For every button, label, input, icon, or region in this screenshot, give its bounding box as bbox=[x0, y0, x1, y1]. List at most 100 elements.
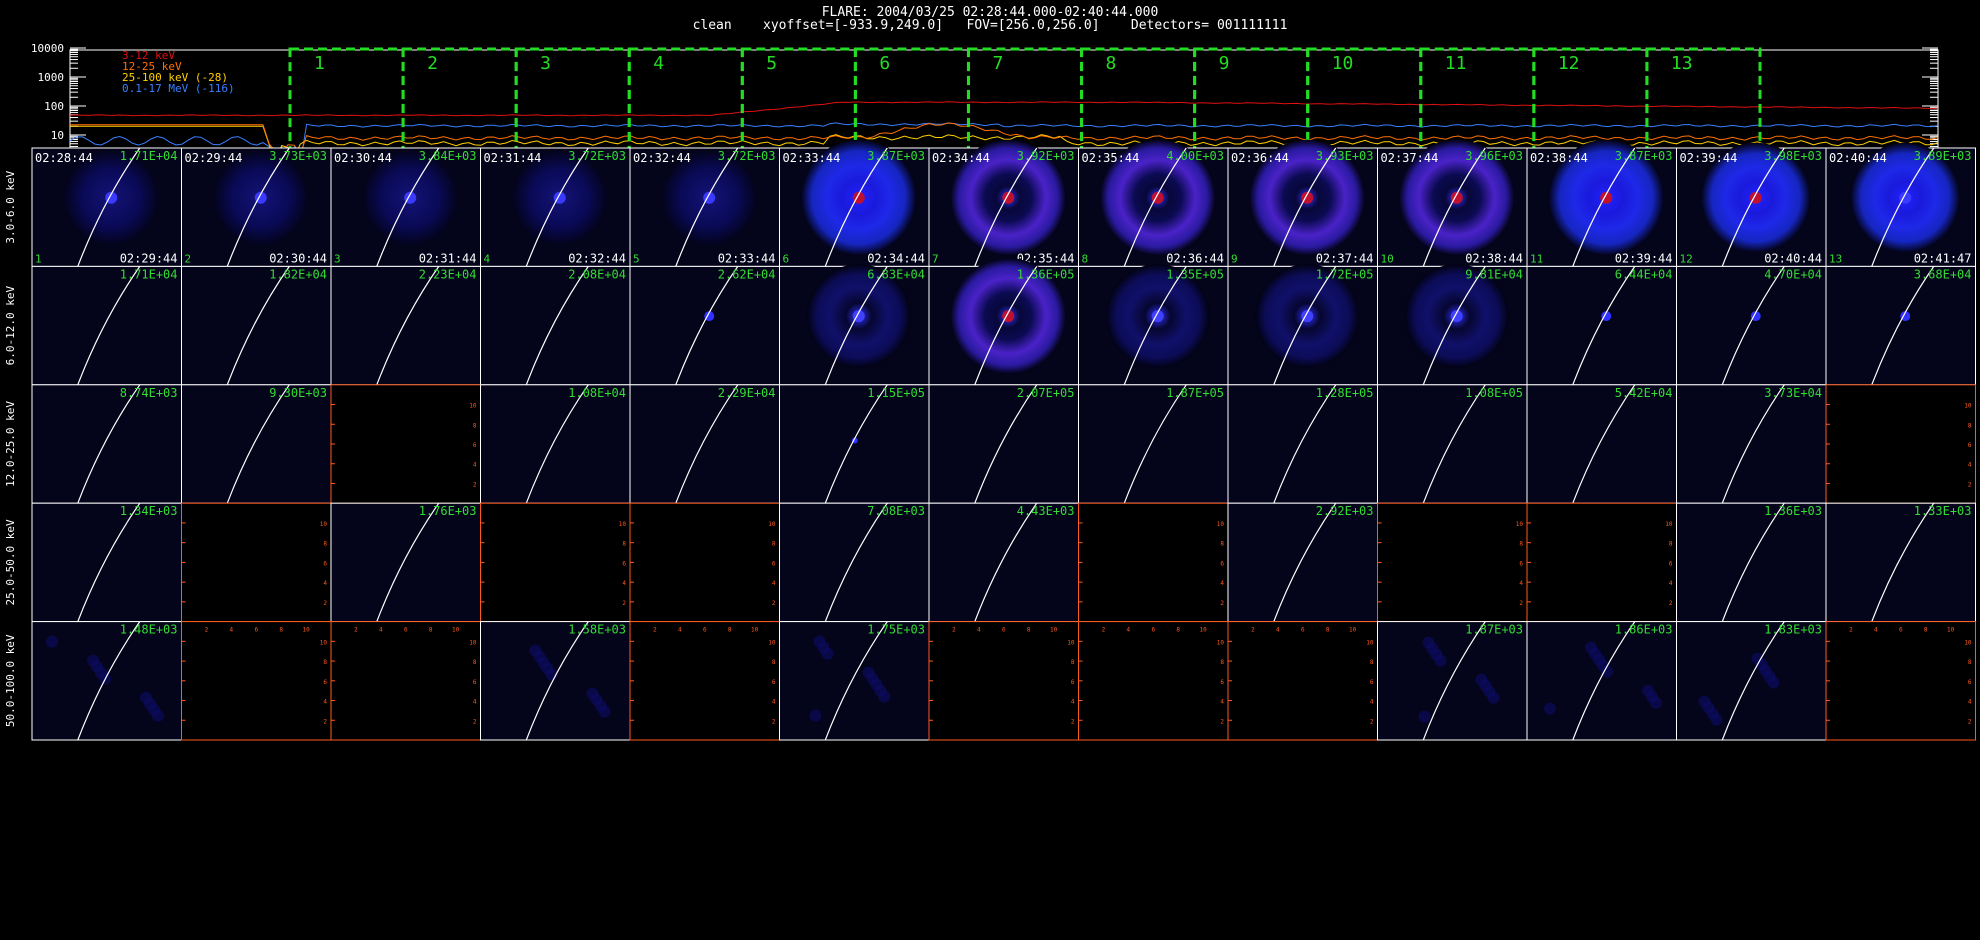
panel-interval-number: 4 bbox=[484, 252, 491, 265]
panel-frame bbox=[1825, 384, 1976, 504]
axis-tick-label: 6 bbox=[1968, 679, 1972, 686]
panel-max-label: 1.72E+05 bbox=[1316, 267, 1374, 281]
panel-frame bbox=[1526, 265, 1677, 386]
image-panel-4-11: 10 8 6 4 2 bbox=[1526, 502, 1677, 623]
axis-tick-label: 8 bbox=[1519, 541, 1523, 548]
axis-tick-label: 2 bbox=[1102, 627, 1106, 634]
axis-tick-label: 10 bbox=[1964, 403, 1972, 410]
image-panel-5-10: 1.87E+03 bbox=[1377, 621, 1528, 741]
panel-frame bbox=[629, 621, 780, 741]
image-panel-3-1: 8.74E+03 bbox=[31, 384, 182, 504]
image-panel-1-3: 3.84E+03 02:30:44 02:31:44 3 bbox=[330, 147, 481, 267]
image-panel-4-2: 10 8 6 4 2 bbox=[181, 502, 332, 623]
panel-max-label: 2.08E+04 bbox=[568, 267, 626, 281]
axis-tick-label: 4 bbox=[1968, 699, 1972, 706]
axis-tick-label: 6 bbox=[1071, 679, 1075, 686]
image-panel-1-4: 3.72E+03 02:31:44 02:32:44 4 bbox=[480, 147, 631, 267]
axis-tick-label: 8 bbox=[473, 422, 477, 429]
axis-tick-label: 2 bbox=[1220, 718, 1224, 725]
axis-tick-label: 8 bbox=[772, 541, 776, 548]
axis-tick-label: 6 bbox=[1669, 560, 1673, 567]
panel-frame bbox=[181, 265, 332, 386]
axis-tick-label: 2 bbox=[1519, 600, 1523, 607]
axis-tick-label: 4 bbox=[678, 627, 682, 634]
axis-tick-label: 4 bbox=[473, 462, 477, 469]
axis-tick-label: 6 bbox=[1220, 679, 1224, 686]
panel-max-label: 3.73E+03 bbox=[269, 149, 327, 163]
row-label-energy: 50.0-100.0 keV bbox=[4, 634, 17, 727]
axis-tick-label: 2 bbox=[1849, 627, 1853, 634]
image-panel-3-5: 2.29E+04 bbox=[629, 384, 780, 504]
axis-tick-label: 2 bbox=[473, 718, 477, 725]
panel-frame bbox=[1676, 502, 1827, 623]
noise-blob bbox=[862, 666, 875, 679]
panel-max-label: 3.73E+04 bbox=[1764, 386, 1822, 400]
panel-max-label: 1.34E+03 bbox=[120, 504, 178, 518]
image-panel-3-9: 1.28E+05 bbox=[1227, 384, 1378, 504]
panel-start-time: 02:40:44 bbox=[1829, 151, 1887, 165]
image-panel-3-2: 9.30E+03 bbox=[181, 384, 332, 504]
axis-tick-label: 2 bbox=[653, 627, 657, 634]
panel-interval-number: 12 bbox=[1680, 252, 1693, 265]
axis-tick-label: 2 bbox=[1370, 718, 1374, 725]
noise-blob bbox=[1475, 673, 1488, 686]
panel-frame bbox=[1078, 502, 1229, 623]
panel-start-time: 02:38:44 bbox=[1530, 151, 1588, 165]
panel-interval-number: 1 bbox=[35, 252, 42, 265]
image-panel-1-12: 3.98E+03 02:39:44 02:40:44 12 bbox=[1676, 142, 1827, 267]
axis-tick-label: 6 bbox=[1968, 442, 1972, 449]
image-panel-1-8: 4.00E+03 02:35:44 02:36:44 8 bbox=[1078, 139, 1229, 267]
axis-tick-label: 4 bbox=[772, 699, 776, 706]
axis-tick-label: 6 bbox=[622, 560, 626, 567]
image-panel-1-13: 3.89E+03 02:40:44 02:41:47 13 bbox=[1825, 142, 1976, 267]
panel-start-time: 02:36:44 bbox=[1231, 151, 1289, 165]
axis-tick-label: 10 bbox=[1947, 627, 1955, 634]
panel-start-time: 02:37:44 bbox=[1381, 151, 1439, 165]
panel-max-label: 1.36E+03 bbox=[1764, 504, 1822, 518]
axis-tick-label: 10 bbox=[768, 639, 776, 646]
axis-tick-label: 6 bbox=[1151, 627, 1155, 634]
image-panel-4-7: 4.43E+03 bbox=[928, 502, 1079, 623]
axis-tick-label: 4 bbox=[1276, 627, 1280, 634]
image-panel-4-9: 2.92E+03 bbox=[1227, 502, 1378, 623]
image-panel-2-9: 1.72E+05 bbox=[1227, 264, 1378, 386]
axis-tick-label: 6 bbox=[1899, 627, 1903, 634]
image-panel-5-7: 10 8 6 4 2 2 4 6 8 10 bbox=[928, 621, 1079, 741]
panel-max-label: 5.42E+04 bbox=[1615, 386, 1673, 400]
axis-tick-label: 8 bbox=[323, 541, 327, 548]
image-panel-1-9: 3.93E+03 02:36:44 02:37:44 9 bbox=[1227, 139, 1378, 267]
noise-blob bbox=[140, 691, 152, 704]
panel-end-time: 02:38:44 bbox=[1465, 251, 1523, 265]
panel-max-label: 3.87E+03 bbox=[867, 149, 925, 163]
panel-frame bbox=[928, 502, 1079, 623]
image-panel-2-8: 1.35E+05 bbox=[1078, 264, 1229, 386]
axis-tick-label: 6 bbox=[1002, 627, 1006, 634]
panel-frame bbox=[779, 621, 930, 741]
panel-frame bbox=[480, 265, 631, 386]
panel-interval-number: 9 bbox=[1231, 252, 1238, 265]
panel-end-time: 02:40:44 bbox=[1764, 251, 1822, 265]
image-panel-2-6: 6.83E+04 bbox=[779, 264, 930, 386]
panel-frame bbox=[928, 384, 1079, 504]
axis-tick-label: 10 bbox=[320, 521, 328, 528]
axis-tick-label: 10 bbox=[1665, 521, 1673, 528]
axis-tick-label: 2 bbox=[473, 481, 477, 488]
axis-tick-label: 2 bbox=[354, 627, 358, 634]
panel-max-label: 9.30E+03 bbox=[269, 386, 327, 400]
noise-blob bbox=[87, 654, 99, 667]
axis-tick-label: 2 bbox=[1669, 600, 1673, 607]
noise-blob bbox=[1642, 684, 1654, 697]
panel-frame bbox=[480, 621, 631, 741]
panel-max-label: 1.86E+03 bbox=[1615, 623, 1673, 637]
noise-blob bbox=[1585, 641, 1597, 654]
axis-tick-label: 6 bbox=[323, 679, 327, 686]
axis-tick-label: 6 bbox=[772, 560, 776, 567]
panel-max-label: 6.83E+04 bbox=[867, 267, 925, 281]
panel-max-label: 1.33E+03 bbox=[1914, 504, 1972, 518]
image-panel-3-8: 1.87E+05 bbox=[1078, 384, 1229, 504]
panel-interval-number: 8 bbox=[1082, 252, 1089, 265]
panel-end-time: 02:39:44 bbox=[1615, 251, 1673, 265]
panel-interval-number: 5 bbox=[633, 252, 640, 265]
panel-start-time: 02:35:44 bbox=[1082, 151, 1140, 165]
image-panel-2-12: 4.70E+04 bbox=[1676, 265, 1827, 386]
